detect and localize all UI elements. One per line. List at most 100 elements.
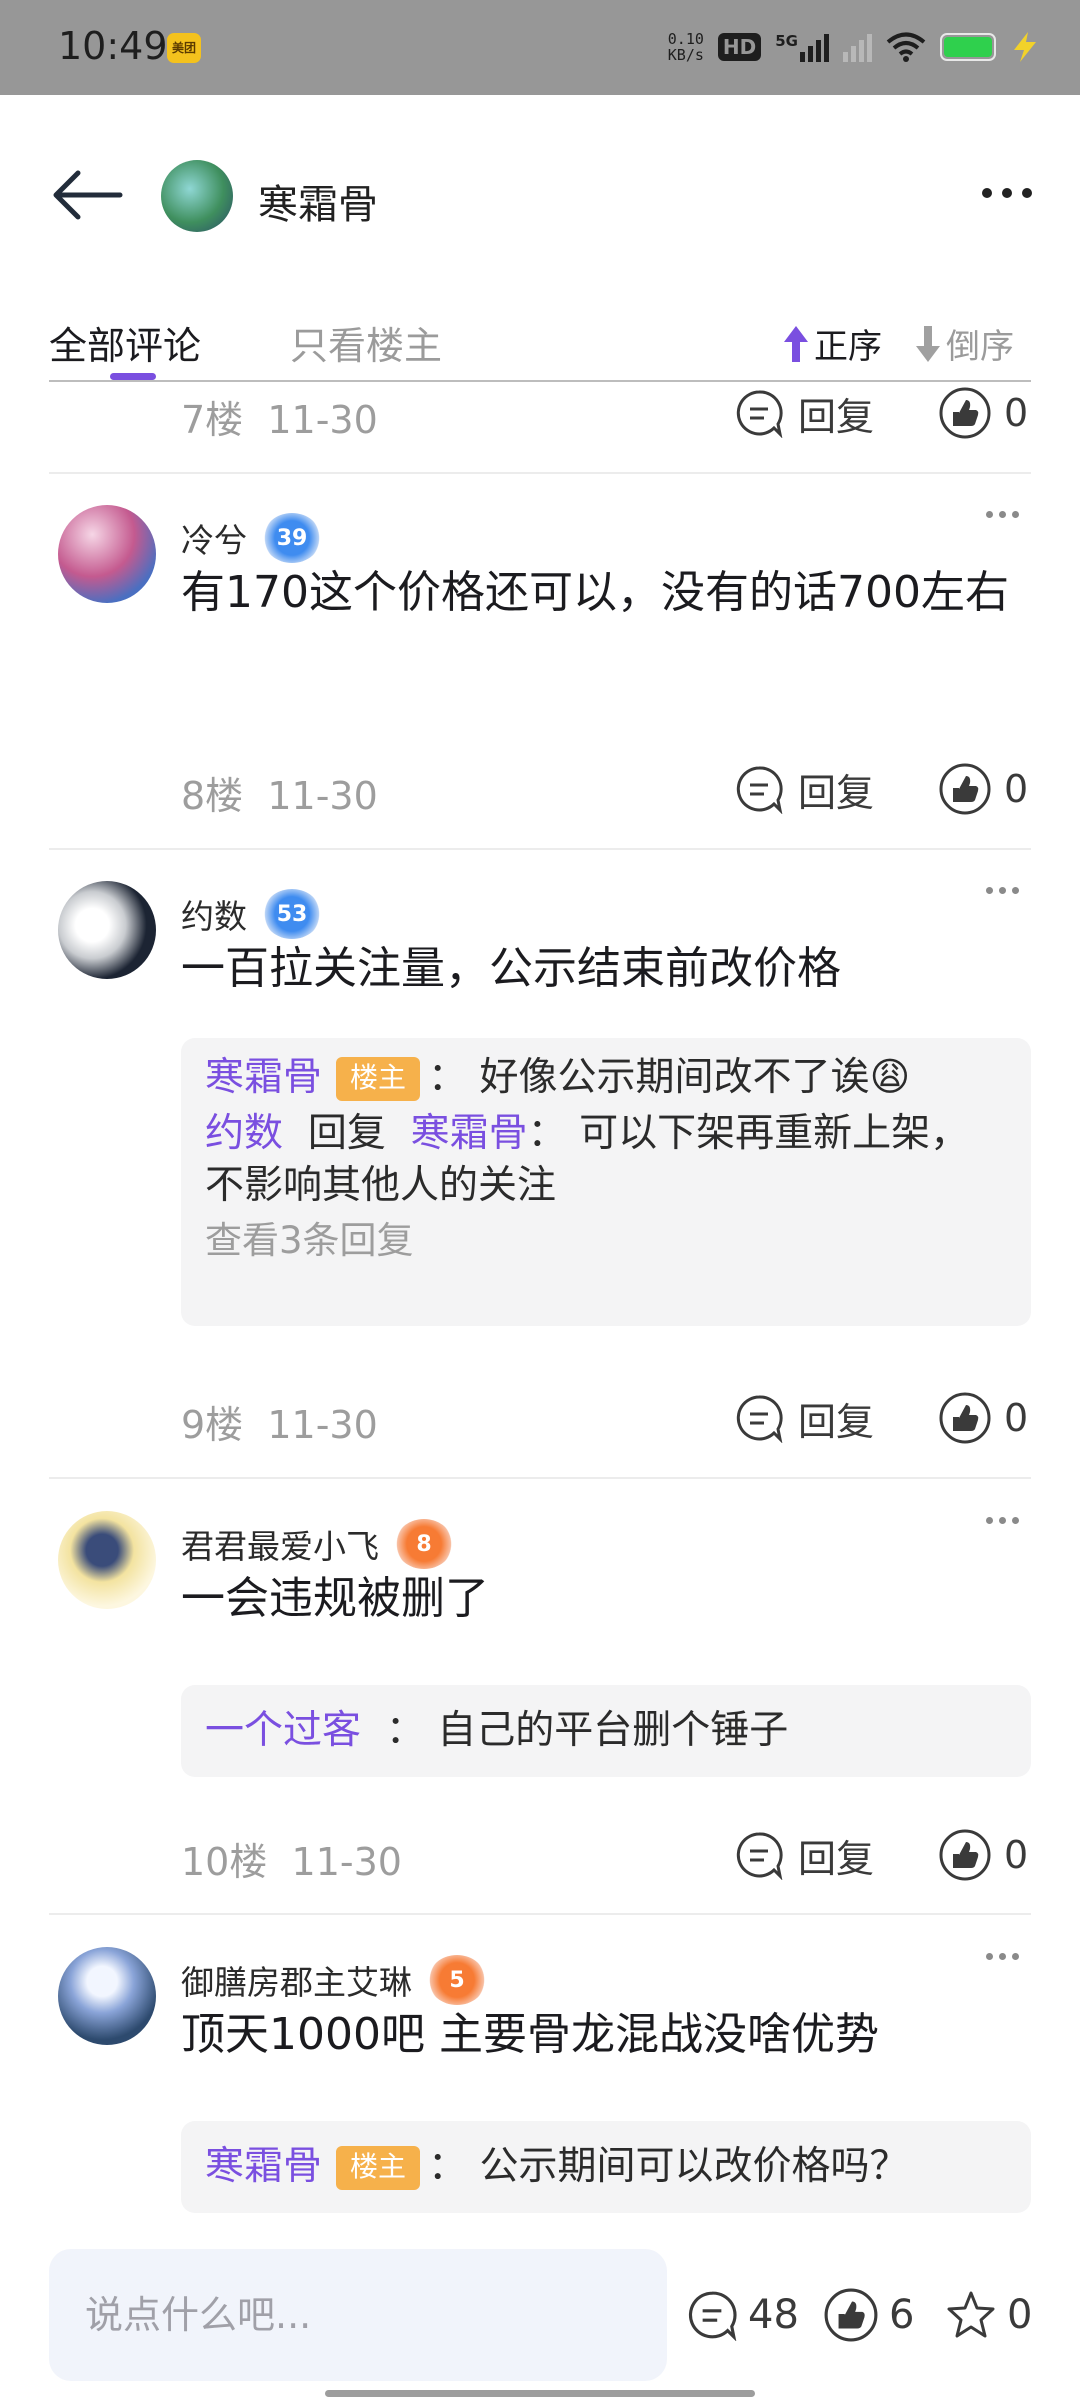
star-icon	[947, 2291, 995, 2338]
thumbs-up-icon	[939, 387, 991, 439]
username[interactable]: 约数	[181, 890, 247, 938]
comment-date: 11-30	[267, 398, 378, 442]
comment-meta-row: 7楼 11-30 回复 0	[181, 383, 1031, 443]
arrow-down-icon	[916, 325, 940, 362]
owner-tag: 楼主	[336, 1057, 421, 1101]
comment-more-icon[interactable]	[986, 1953, 1019, 1960]
user-avatar[interactable]	[58, 1511, 156, 1609]
floor-number: 9楼	[181, 1403, 244, 1447]
reply-preview-box[interactable]: 寒霜骨 楼主： 好像公示期间改不了诶😩 约数 回复 寒霜骨： 可以下架再重新上架，…	[181, 1038, 1031, 1326]
comment-input[interactable]	[49, 2249, 667, 2381]
likes-count: 6	[889, 2292, 915, 2338]
back-arrow-icon[interactable]	[48, 165, 128, 225]
author-name[interactable]: 寒霜骨	[258, 172, 378, 230]
signal-2-icon	[843, 32, 872, 62]
sort-descending-button[interactable]: 倒序	[914, 319, 1014, 368]
author-avatar[interactable]	[161, 160, 233, 232]
reply-username[interactable]: 一个过客	[205, 1708, 361, 1753]
comment-text: 顶天1000吧 主要骨龙混战没啥优势	[181, 2009, 879, 2060]
status-time: 10:49	[58, 24, 168, 68]
top-nav: 寒霜骨	[0, 95, 1080, 305]
like-button[interactable]: 0	[938, 1825, 1028, 1885]
username[interactable]: 君君最爱小飞	[181, 1520, 379, 1568]
comment-bubble-icon	[736, 766, 783, 814]
reply-username[interactable]: 寒霜骨	[205, 2144, 322, 2189]
comment-bubble-icon	[736, 1395, 783, 1443]
comment-meta-row: 8楼 11-30 回复 0	[181, 759, 1031, 819]
wifi-icon	[886, 32, 926, 62]
comment-more-icon[interactable]	[986, 887, 1019, 894]
thumbs-up-icon	[939, 1829, 991, 1881]
like-button[interactable]: 0	[938, 759, 1028, 819]
comment-date: 11-30	[291, 1840, 402, 1884]
bottom-action-bar: 48 6 0	[0, 2245, 1080, 2404]
view-more-replies-link[interactable]: 查看3条回复	[205, 1212, 1007, 1270]
floor-number: 7楼	[181, 398, 244, 442]
level-badge: 39	[263, 513, 321, 563]
comment-list[interactable]: 7楼 11-30 回复 0 冷兮 39 有170这个价格还可以，没有的话700左…	[0, 383, 1080, 2245]
arrow-up-icon	[784, 325, 808, 362]
comment-tabs: 全部评论 只看楼主 正序 倒序	[0, 305, 1080, 382]
username[interactable]: 御膳房郡主艾琳	[181, 1956, 412, 2004]
comments-count-button[interactable]: 48	[686, 2285, 799, 2345]
comment-date: 11-30	[267, 774, 378, 818]
reply-button[interactable]: 回复	[734, 1388, 874, 1448]
reply-button[interactable]: 回复	[734, 759, 874, 819]
favorite-button[interactable]: 0	[945, 2285, 1032, 2345]
comment-meta-row: 9楼 11-30 回复 0	[181, 1388, 1031, 1448]
reply-preview-box[interactable]: 一个过客 ： 自己的平台删个锤子	[181, 1685, 1031, 1777]
post-like-button[interactable]: 6	[823, 2285, 914, 2345]
user-avatar[interactable]	[58, 505, 156, 603]
divider	[49, 1913, 1031, 1915]
reply-line: 寒霜骨 楼主： 公示期间可以改价格吗？	[205, 2144, 909, 2190]
comment-date: 11-30	[267, 1403, 378, 1447]
like-button[interactable]: 0	[938, 383, 1028, 443]
reply-text: 好像公示期间改不了诶😩	[479, 1055, 911, 1100]
tab-owner-only[interactable]: 只看楼主	[290, 315, 442, 370]
active-tab-indicator	[110, 373, 156, 380]
comment-more-icon[interactable]	[986, 511, 1019, 518]
divider	[49, 472, 1031, 474]
net-speed: 0.10 KB/s	[667, 30, 704, 64]
reply-line: 一个过客 ： 自己的平台删个锤子	[205, 1708, 789, 1753]
more-options-icon[interactable]	[972, 173, 1042, 213]
divider	[49, 848, 1031, 850]
comments-count: 48	[748, 2292, 799, 2338]
home-indicator[interactable]	[325, 2390, 755, 2397]
comment-bubble-icon	[736, 390, 783, 438]
reply-line: 寒霜骨 楼主： 好像公示期间改不了诶😩	[205, 1055, 911, 1101]
comment-more-icon[interactable]	[986, 1517, 1019, 1524]
status-bar: 10:49 美团 0.10 KB/s HD 5G	[0, 0, 1080, 95]
thumbs-up-icon	[939, 1392, 991, 1444]
charging-icon	[1014, 32, 1036, 62]
thumbs-up-icon	[824, 2288, 878, 2342]
tabs-divider	[49, 380, 1031, 382]
signal-icon: 5G	[775, 32, 829, 62]
reply-username[interactable]: 寒霜骨	[205, 1055, 322, 1100]
reply-button[interactable]: 回复	[734, 1825, 874, 1885]
sort-ascending-button[interactable]: 正序	[782, 319, 882, 368]
hd-icon: HD	[717, 33, 762, 61]
reply-button[interactable]: 回复	[734, 383, 874, 443]
username[interactable]: 冷兮	[181, 514, 247, 562]
thumbs-up-icon	[939, 763, 991, 815]
tab-all-comments[interactable]: 全部评论	[49, 315, 201, 370]
level-badge: 53	[263, 889, 321, 939]
user-avatar[interactable]	[58, 1947, 156, 2045]
reply-preview-box[interactable]: 寒霜骨 楼主： 公示期间可以改价格吗？	[181, 2121, 1031, 2213]
level-badge: 5	[428, 1955, 486, 2005]
floor-number: 10楼	[181, 1840, 268, 1884]
comment-text: 有170这个价格还可以，没有的话700左右	[181, 567, 1009, 618]
reply-target-username[interactable]: 寒霜骨	[411, 1111, 528, 1156]
divider	[49, 1477, 1031, 1479]
reply-username[interactable]: 约数	[205, 1111, 283, 1156]
comment-text: 一百拉关注量，公示结束前改价格	[181, 943, 841, 994]
comment-text: 一会违规被删了	[181, 1573, 489, 1624]
user-avatar[interactable]	[58, 881, 156, 979]
meituan-notification-icon: 美团	[167, 33, 201, 63]
reply-text: 公示期间可以改价格吗？	[479, 2144, 909, 2189]
floor-number: 8楼	[181, 774, 244, 818]
status-icons: 0.10 KB/s HD 5G	[668, 22, 1040, 72]
reply-line: 约数 回复 寒霜骨： 可以下架再重新上架，不影响其他人的关注	[205, 1111, 970, 1208]
like-button[interactable]: 0	[938, 1388, 1028, 1448]
